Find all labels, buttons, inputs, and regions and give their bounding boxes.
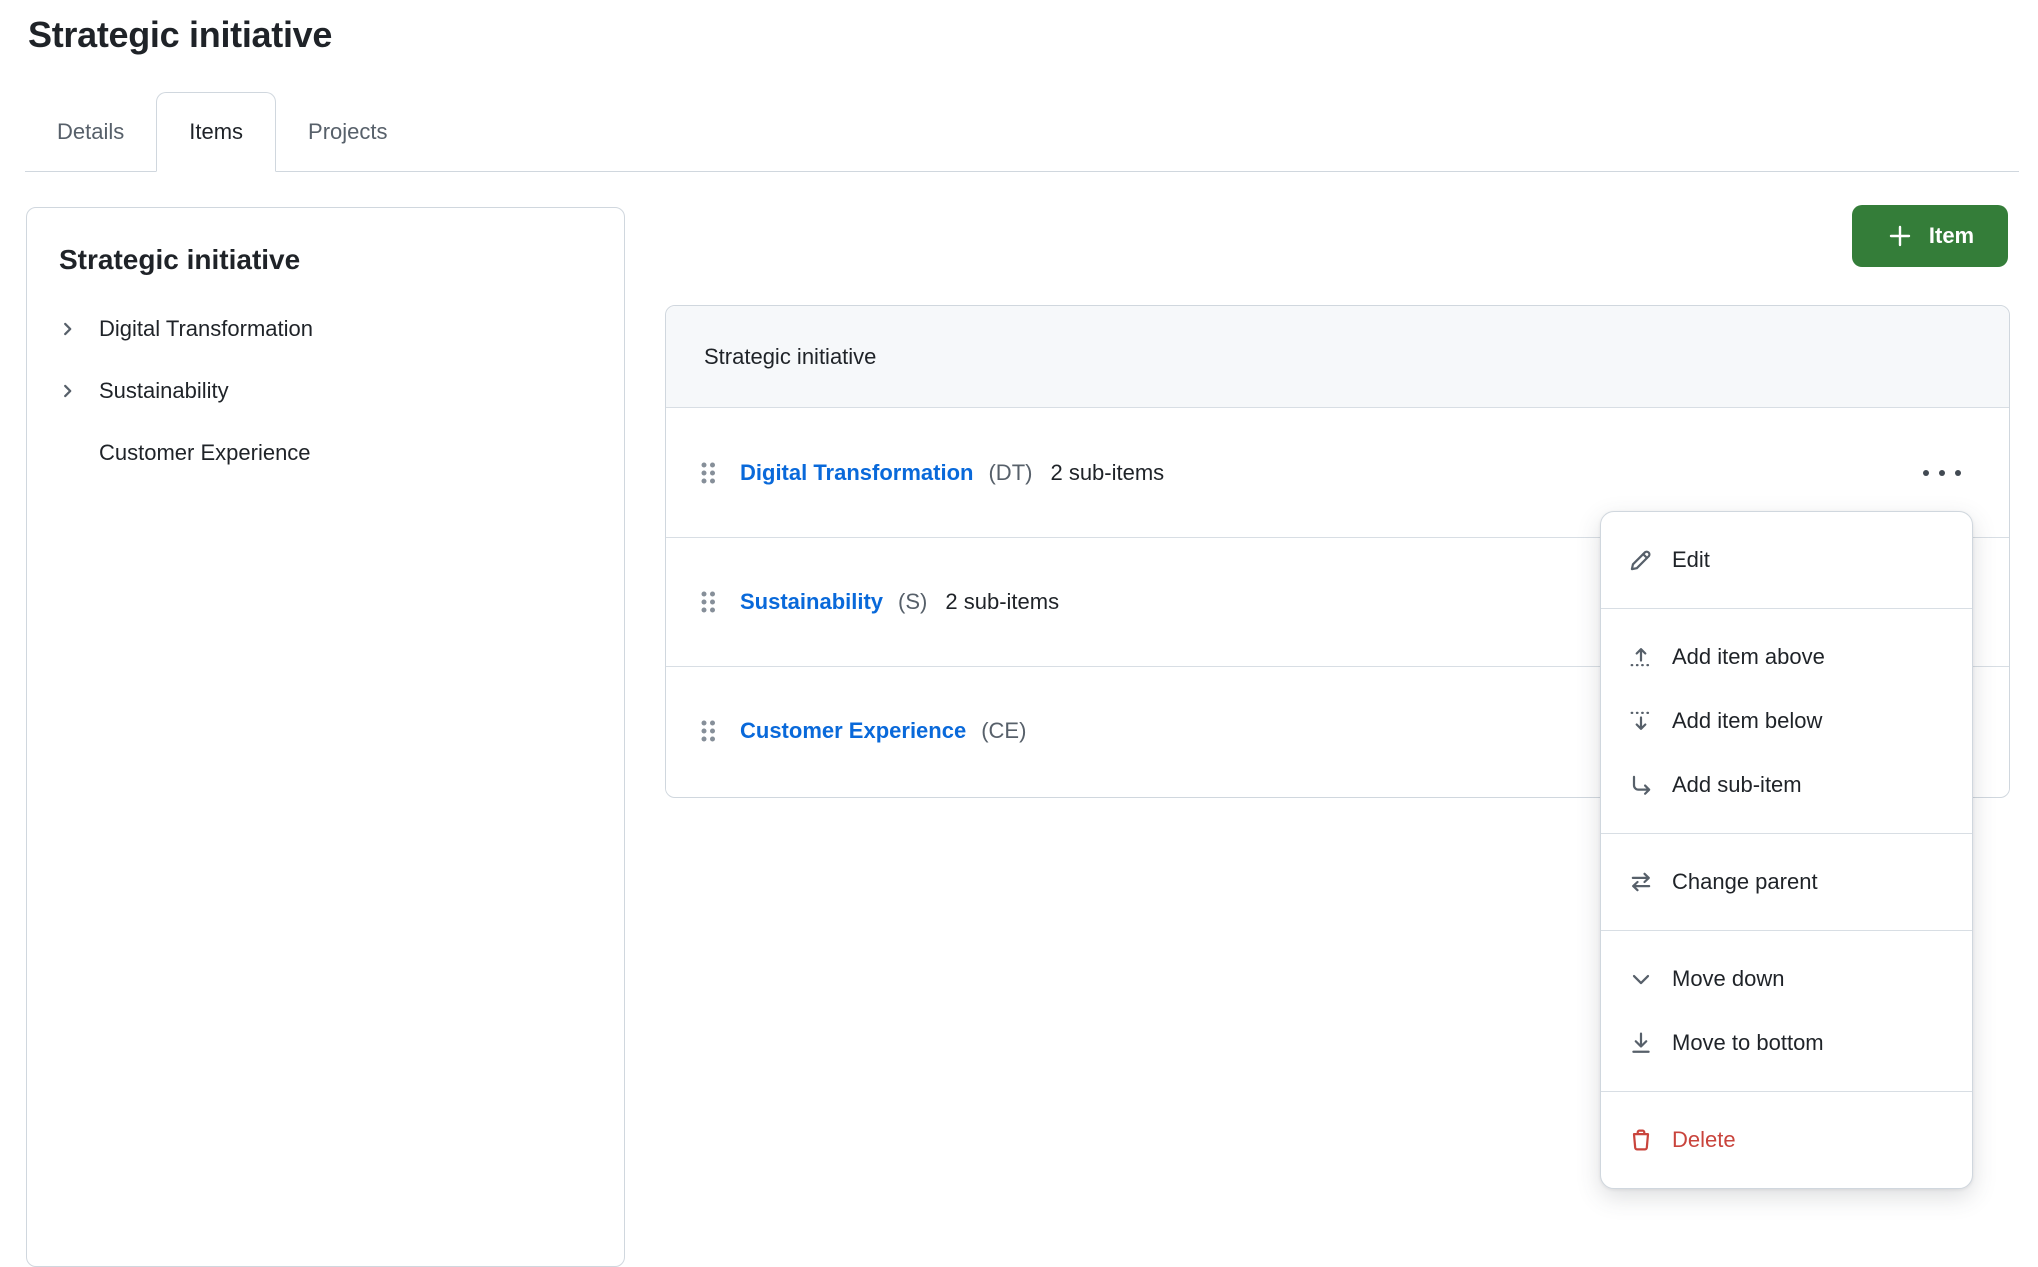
tab-details[interactable]: Details: [25, 92, 156, 171]
items-table-header-label: Strategic initiative: [704, 344, 876, 370]
item-subitems-count: 2 sub-items: [945, 589, 1059, 615]
tree-item-label: Digital Transformation: [99, 316, 313, 342]
item-code: (S): [898, 589, 927, 615]
item-link[interactable]: Digital Transformation: [740, 460, 973, 486]
drag-handle-icon[interactable]: [696, 458, 740, 488]
chevron-right-icon[interactable]: [59, 382, 99, 400]
menu-item-move-down[interactable]: Move down: [1601, 947, 1972, 1011]
menu-item-move-to-bottom[interactable]: Move to bottom: [1601, 1011, 1972, 1075]
menu-item-edit[interactable]: Edit: [1601, 528, 1972, 592]
page-title: Strategic initiative: [28, 14, 332, 56]
menu-group: Edit: [1601, 512, 1972, 608]
insert-above-icon: [1627, 643, 1655, 671]
menu-item-label: Add item above: [1672, 644, 1825, 670]
menu-item-delete[interactable]: Delete: [1601, 1108, 1972, 1172]
items-table-header: Strategic initiative: [666, 306, 2009, 408]
move-to-bottom-icon: [1627, 1029, 1655, 1057]
menu-group: Add item above Add item below Add sub-it…: [1601, 608, 1972, 833]
menu-group: Move down Move to bottom: [1601, 930, 1972, 1091]
item-subitems-count: 2 sub-items: [1050, 460, 1164, 486]
drag-handle-icon[interactable]: [696, 587, 740, 617]
drag-handle-icon[interactable]: [696, 716, 740, 746]
row-context-menu: Edit Add item above Add item below Add s…: [1600, 511, 1973, 1189]
chevron-right-icon[interactable]: [59, 320, 99, 338]
menu-item-label: Delete: [1672, 1127, 1736, 1153]
pencil-icon: [1627, 546, 1655, 574]
menu-item-add-item-below[interactable]: Add item below: [1601, 689, 1972, 753]
menu-item-label: Add sub-item: [1672, 772, 1802, 798]
menu-item-add-item-above[interactable]: Add item above: [1601, 625, 1972, 689]
menu-item-label: Add item below: [1672, 708, 1822, 734]
plus-icon: [1886, 222, 1914, 250]
menu-item-label: Move to bottom: [1672, 1030, 1824, 1056]
menu-item-label: Change parent: [1672, 869, 1818, 895]
menu-item-change-parent[interactable]: Change parent: [1601, 850, 1972, 914]
trash-icon: [1627, 1126, 1655, 1154]
insert-below-icon: [1627, 707, 1655, 735]
add-item-button-label: Item: [1929, 223, 1974, 249]
chevron-down-icon: [1627, 965, 1655, 993]
item-link[interactable]: Customer Experience: [740, 718, 966, 744]
menu-group: Delete: [1601, 1091, 1972, 1188]
tree-panel: Strategic initiative Digital Transformat…: [26, 207, 625, 1267]
tree-item-digital-transformation[interactable]: Digital Transformation: [59, 298, 592, 360]
tree-panel-heading: Strategic initiative: [59, 244, 592, 276]
menu-item-label: Move down: [1672, 966, 1785, 992]
tree-item-label: Customer Experience: [99, 440, 311, 466]
menu-item-add-sub-item[interactable]: Add sub-item: [1601, 753, 1972, 817]
tree-item-label: Sustainability: [99, 378, 229, 404]
item-code: (DT): [988, 460, 1032, 486]
tab-items[interactable]: Items: [156, 92, 276, 172]
kebab-menu-icon[interactable]: [1915, 451, 1969, 495]
menu-item-label: Edit: [1672, 547, 1710, 573]
add-item-button[interactable]: Item: [1852, 205, 2008, 267]
sub-item-arrow-icon: [1627, 771, 1655, 799]
menu-group: Change parent: [1601, 833, 1972, 930]
tree-item-sustainability[interactable]: Sustainability: [59, 360, 592, 422]
tab-bar: Details Items Projects: [25, 92, 2019, 172]
item-code: (CE): [981, 718, 1026, 744]
tree-item-customer-experience[interactable]: Customer Experience: [59, 422, 592, 484]
tab-projects[interactable]: Projects: [276, 92, 419, 171]
swap-arrows-icon: [1627, 868, 1655, 896]
item-link[interactable]: Sustainability: [740, 589, 883, 615]
